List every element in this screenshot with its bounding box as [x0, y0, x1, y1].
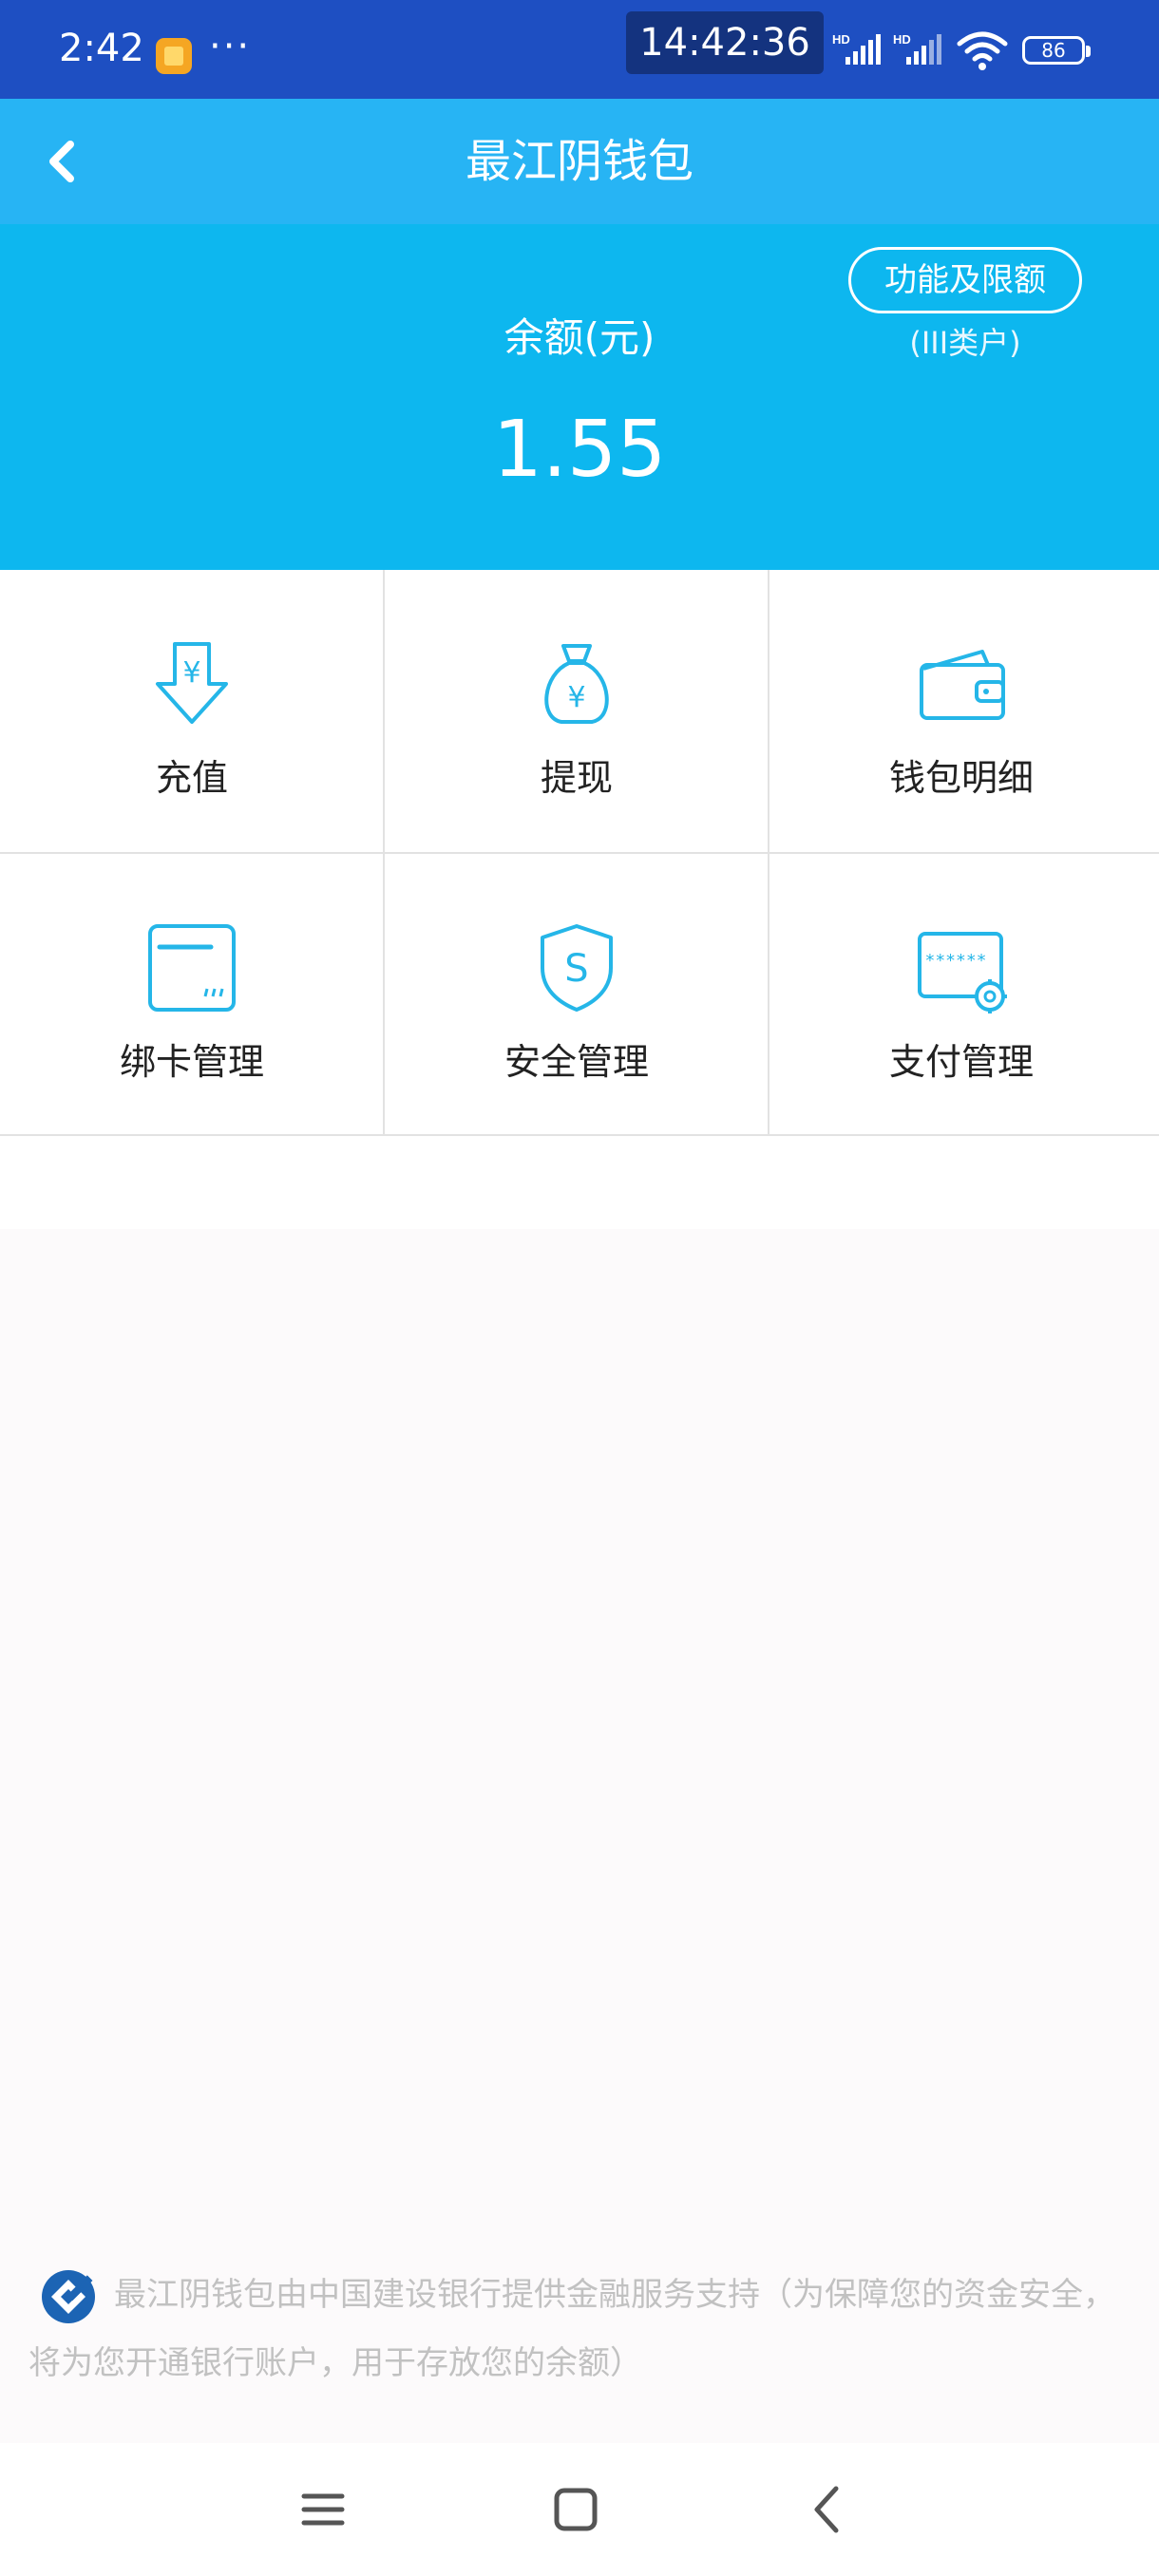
battery-icon: 86	[1022, 36, 1091, 65]
action-grid: ¥ 充值 ¥ 提现 钱包明细 绑卡管理 S 安全管理 ****** 支付管理	[0, 570, 1159, 1229]
wallet-details-label: 钱包明细	[888, 757, 1034, 799]
security-management-button[interactable]: S 安全管理	[385, 854, 769, 1139]
balance-label: 余额(元)	[504, 314, 656, 361]
withdraw-label: 提现	[540, 757, 613, 799]
back-icon[interactable]	[38, 133, 89, 190]
service-note: 最江阴钱包由中国建设银行提供金融服务支持（为保障您的资金安全，将为您开通银行账户…	[28, 2261, 1130, 2397]
more-notifications-icon: ···	[209, 25, 252, 68]
shield-icon: S	[541, 924, 613, 1012]
balance-panel: 功能及限额 (III类户) 余额(元) 1.55	[0, 224, 1159, 570]
recharge-icon: ¥	[156, 642, 228, 724]
home-icon[interactable]	[547, 2481, 604, 2538]
page-title: 最江阴钱包	[465, 135, 694, 188]
svg-text:HD: HD	[832, 32, 850, 47]
svg-text:¥: ¥	[182, 656, 200, 690]
payment-management-button[interactable]: ****** 支付管理	[770, 854, 1153, 1139]
cellular-signal-icon: HD	[832, 32, 881, 65]
status-time: 2:42	[59, 27, 144, 70]
payment-settings-icon: ******	[918, 932, 1007, 1013]
limits-button[interactable]: 功能及限额	[848, 247, 1082, 313]
service-note-text: 最江阴钱包由中国建设银行提供金融服务支持（为保障您的资金安全，将为您开通银行账户…	[28, 2276, 1115, 2382]
svg-text:S: S	[564, 947, 588, 991]
back-nav-icon[interactable]	[800, 2481, 857, 2538]
wallet-icon	[920, 650, 1005, 720]
svg-text:******: ******	[924, 951, 986, 971]
svg-text:HD: HD	[893, 32, 911, 47]
svg-text:¥: ¥	[567, 681, 585, 714]
card-management-button[interactable]: 绑卡管理	[0, 854, 384, 1139]
card-management-label: 绑卡管理	[119, 1041, 264, 1083]
recharge-label: 充值	[155, 757, 228, 799]
money-bag-icon: ¥	[544, 644, 609, 724]
wifi-icon	[957, 31, 1008, 70]
system-nav-bar	[0, 2443, 1159, 2576]
wallet-details-button[interactable]: 钱包明细	[770, 570, 1153, 855]
security-management-label: 安全管理	[504, 1041, 649, 1083]
notification-app-icon	[156, 38, 192, 74]
cellular-signal-2-icon: HD	[893, 32, 941, 65]
recharge-button[interactable]: ¥ 充值	[0, 570, 384, 855]
ccb-bank-logo-icon	[42, 2269, 95, 2323]
menu-icon[interactable]	[294, 2481, 352, 2538]
floating-clock: 14:42:36	[626, 11, 824, 74]
balance-amount: 1.55	[492, 405, 667, 495]
status-bar: 2:42 ··· 14:42:36 HD HD 86	[0, 0, 1159, 99]
withdraw-button[interactable]: ¥ 提现	[385, 570, 769, 855]
payment-management-label: 支付管理	[888, 1041, 1034, 1083]
card-icon	[148, 924, 236, 1012]
nav-bar: 最江阴钱包	[0, 99, 1159, 224]
